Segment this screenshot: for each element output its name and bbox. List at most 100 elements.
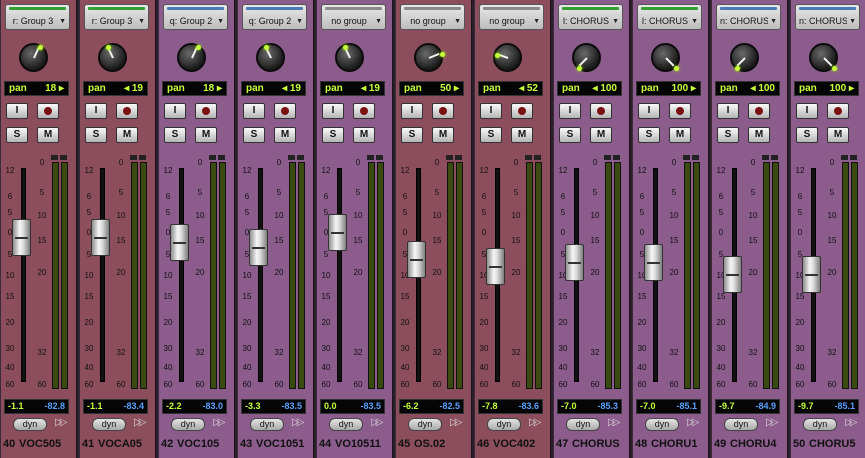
volume-fader[interactable]	[644, 244, 663, 282]
mute-button[interactable]: M	[669, 127, 691, 143]
input-button[interactable]: I	[638, 103, 660, 119]
solo-button[interactable]: S	[6, 127, 28, 143]
pan-knob-icon[interactable]	[98, 43, 127, 72]
volume-fader[interactable]	[12, 218, 31, 256]
clip-indicator[interactable]	[209, 155, 216, 160]
record-button[interactable]	[195, 103, 217, 119]
volume-readout[interactable]: -7.0 -85.3	[557, 399, 622, 414]
dyn-button[interactable]: dyn	[724, 418, 758, 431]
track-name-plate[interactable]: 42 VOC105	[159, 437, 236, 451]
volume-readout[interactable]: -7.8 -83.6	[478, 399, 543, 414]
pan-readout[interactable]: pan 18 ▸	[162, 81, 227, 96]
double-arrow-icon[interactable]: ▷▷	[134, 417, 147, 428]
pan-readout[interactable]: pan 50 ▸	[399, 81, 464, 96]
volume-readout[interactable]: -9.7 -84.9	[715, 399, 780, 414]
solo-button[interactable]: S	[796, 127, 818, 143]
volume-readout[interactable]: -2.2 -83.0	[162, 399, 227, 414]
pan-knob-icon[interactable]	[177, 43, 206, 72]
fader-track[interactable]	[100, 168, 105, 382]
input-button[interactable]: I	[401, 103, 423, 119]
track-name-plate[interactable]: 41 VOCA05	[80, 437, 157, 451]
mute-button[interactable]: M	[37, 127, 59, 143]
record-button[interactable]	[432, 103, 454, 119]
clip-indicator[interactable]	[692, 155, 699, 160]
pan-readout[interactable]: pan ◂ 100	[715, 81, 780, 96]
mute-button[interactable]: M	[827, 127, 849, 143]
double-arrow-icon[interactable]: ▷▷	[845, 417, 858, 428]
group-selector[interactable]: no group ▼	[321, 4, 386, 30]
track-name-plate[interactable]: 43 VOC1051	[238, 437, 315, 451]
mute-button[interactable]: M	[511, 127, 533, 143]
solo-button[interactable]: S	[559, 127, 581, 143]
volume-readout[interactable]: -1.1 -83.4	[83, 399, 148, 414]
mute-button[interactable]: M	[432, 127, 454, 143]
solo-button[interactable]: S	[717, 127, 739, 143]
dyn-button[interactable]: dyn	[487, 418, 521, 431]
record-button[interactable]	[669, 103, 691, 119]
pan-knob-icon[interactable]	[335, 43, 364, 72]
solo-button[interactable]: S	[322, 127, 344, 143]
pan-knob-icon[interactable]	[572, 43, 601, 72]
pan-readout[interactable]: pan 18 ▸	[4, 81, 69, 96]
volume-fader[interactable]	[249, 228, 268, 266]
double-arrow-icon[interactable]: ▷▷	[687, 417, 700, 428]
volume-fader[interactable]	[802, 255, 821, 293]
pan-knob-icon[interactable]	[256, 43, 285, 72]
double-arrow-icon[interactable]: ▷▷	[766, 417, 779, 428]
solo-button[interactable]: S	[243, 127, 265, 143]
dyn-button[interactable]: dyn	[645, 418, 679, 431]
clip-indicator[interactable]	[297, 155, 304, 160]
pan-readout[interactable]: pan 100 ▸	[636, 81, 701, 96]
track-name-plate[interactable]: 40 VOC505	[1, 437, 78, 451]
clip-indicator[interactable]	[139, 155, 146, 160]
clip-indicator[interactable]	[525, 155, 532, 160]
clip-indicator[interactable]	[367, 155, 374, 160]
track-name-plate[interactable]: 46 VOC402	[475, 437, 552, 451]
dyn-button[interactable]: dyn	[13, 418, 47, 431]
dyn-button[interactable]: dyn	[566, 418, 600, 431]
track-name-plate[interactable]: 45 OS.02	[396, 437, 473, 451]
input-button[interactable]: I	[6, 103, 28, 119]
group-selector[interactable]: q: Group 2 ▼	[163, 4, 228, 30]
pan-knob-icon[interactable]	[414, 43, 445, 72]
group-selector[interactable]: l: CHORUS ▼	[558, 4, 623, 30]
volume-readout[interactable]: -9.7 -85.1	[794, 399, 859, 414]
clip-indicator[interactable]	[455, 155, 462, 160]
group-selector[interactable]: r: Group 3 ▼	[84, 4, 149, 30]
double-arrow-icon[interactable]: ▷▷	[55, 417, 68, 428]
solo-button[interactable]: S	[480, 127, 502, 143]
group-selector[interactable]: no group ▼	[400, 4, 465, 30]
record-button[interactable]	[116, 103, 138, 119]
solo-button[interactable]: S	[401, 127, 423, 143]
volume-fader[interactable]	[328, 214, 347, 251]
fader-track[interactable]	[258, 168, 263, 382]
input-button[interactable]: I	[559, 103, 581, 119]
group-selector[interactable]: q: Group 2 ▼	[242, 4, 307, 30]
pan-readout[interactable]: pan ◂ 19	[320, 81, 385, 96]
double-arrow-icon[interactable]: ▷▷	[608, 417, 621, 428]
group-selector[interactable]: n: CHORUS3▼	[716, 4, 781, 30]
volume-readout[interactable]: -3.3 -83.5	[241, 399, 306, 414]
clip-indicator[interactable]	[683, 155, 690, 160]
clip-indicator[interactable]	[218, 155, 225, 160]
volume-fader[interactable]	[170, 223, 189, 261]
pan-knob-icon[interactable]	[493, 43, 522, 72]
dyn-button[interactable]: dyn	[171, 418, 205, 431]
pan-readout[interactable]: pan ◂ 19	[241, 81, 306, 96]
dyn-button[interactable]: dyn	[408, 418, 442, 431]
fader-track[interactable]	[21, 168, 26, 382]
pan-knob-icon[interactable]	[19, 43, 48, 72]
pan-knob-icon[interactable]	[730, 43, 759, 72]
pan-knob-icon[interactable]	[651, 43, 680, 72]
track-name-plate[interactable]: 49 CHORU4	[712, 437, 789, 451]
input-button[interactable]: I	[322, 103, 344, 119]
solo-button[interactable]: S	[164, 127, 186, 143]
clip-indicator[interactable]	[850, 155, 857, 160]
volume-readout[interactable]: -1.1 -82.8	[4, 399, 69, 414]
pan-readout[interactable]: pan ◂ 100	[557, 81, 622, 96]
dyn-button[interactable]: dyn	[329, 418, 363, 431]
record-button[interactable]	[827, 103, 849, 119]
record-button[interactable]	[748, 103, 770, 119]
clip-indicator[interactable]	[446, 155, 453, 160]
mute-button[interactable]: M	[195, 127, 217, 143]
